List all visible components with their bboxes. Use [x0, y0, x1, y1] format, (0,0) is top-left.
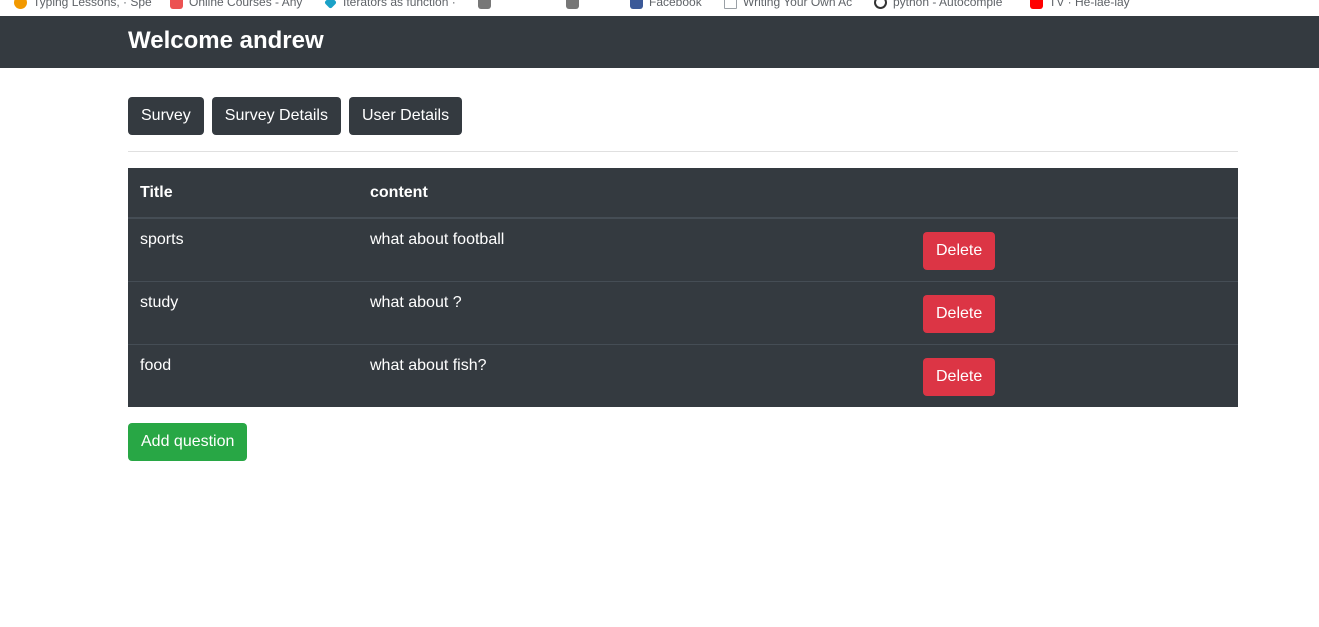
column-header-content: content — [358, 168, 911, 219]
arabic-site-icon-2 — [566, 0, 579, 9]
bookmark-typing-lessons[interactable]: Typing Lessons, · Spe — [14, 0, 152, 10]
user-details-button[interactable]: User Details — [348, 97, 463, 135]
table-row: food what about fish? Delete — [128, 343, 1238, 407]
bookmark-arabic-site[interactable] — [478, 0, 497, 10]
bookmarks-bar: Typing Lessons, · Spe Online Courses - A… — [0, 0, 1319, 16]
table-row: sports what about football Delete — [128, 217, 1238, 281]
row-action-cell: Delete — [911, 343, 1238, 407]
divider — [128, 151, 1238, 152]
delete-button[interactable]: Delete — [923, 294, 996, 333]
delete-button[interactable]: Delete — [923, 232, 996, 270]
row-content: what about fish? — [358, 343, 911, 407]
udemy-icon — [170, 0, 183, 9]
stackoverflow-icon — [874, 0, 887, 9]
facebook-icon — [630, 0, 643, 9]
add-question-button[interactable]: Add question — [128, 423, 248, 461]
bookmark-label: TV · He-lae-lay — [1049, 0, 1130, 9]
bookmark-label: Online Courses - Any — [189, 0, 303, 9]
row-title: sports — [128, 217, 358, 281]
column-header-action — [911, 168, 1238, 219]
bookmark-iterators[interactable]: Iterators as function · — [324, 0, 456, 10]
diamond-icon — [324, 0, 337, 9]
row-action-cell: Delete — [911, 280, 1238, 344]
bookmark-online-courses[interactable]: Online Courses - Any — [170, 0, 302, 10]
bookmark-youtube[interactable]: TV · He-lae-lay — [1030, 0, 1130, 10]
bookmark-label: Writing Your Own Ac — [743, 0, 853, 9]
youtube-icon — [1030, 0, 1043, 9]
column-header-title: Title — [128, 168, 358, 219]
navbar-brand[interactable]: Welcome andrew — [128, 26, 324, 56]
page-icon — [724, 0, 737, 9]
bookmark-arabic-site-2[interactable] — [566, 0, 585, 10]
row-content: what about ? — [358, 280, 911, 344]
navbar: Welcome andrew — [0, 16, 1319, 68]
survey-button[interactable]: Survey — [128, 97, 204, 135]
bookmark-label: Facebook — [649, 0, 702, 9]
table-header-row: Title content — [128, 168, 1238, 219]
bookmark-label: python - Autocomple — [893, 0, 1003, 9]
row-title: food — [128, 343, 358, 407]
nav-buttons: Survey Survey Details User Details — [128, 97, 463, 135]
survey-details-button[interactable]: Survey Details — [211, 97, 341, 135]
table-row: study what about ? Delete — [128, 280, 1238, 344]
row-content: what about football — [358, 217, 911, 281]
bookmark-facebook[interactable]: Facebook — [630, 0, 702, 10]
typing-club-icon — [14, 0, 27, 9]
questions-table: Title content sports what about football… — [128, 168, 1238, 407]
arabic-site-icon — [478, 0, 491, 9]
bookmark-python-autocomplete[interactable]: python - Autocomple — [874, 0, 1002, 10]
delete-button[interactable]: Delete — [923, 357, 996, 396]
row-action-cell: Delete — [911, 217, 1238, 281]
bookmark-label: Typing Lessons, · Spe — [33, 0, 152, 9]
bookmark-writing-your-own[interactable]: Writing Your Own Ac — [724, 0, 852, 10]
bookmark-label: Iterators as function · — [343, 0, 456, 9]
row-title: study — [128, 280, 358, 344]
